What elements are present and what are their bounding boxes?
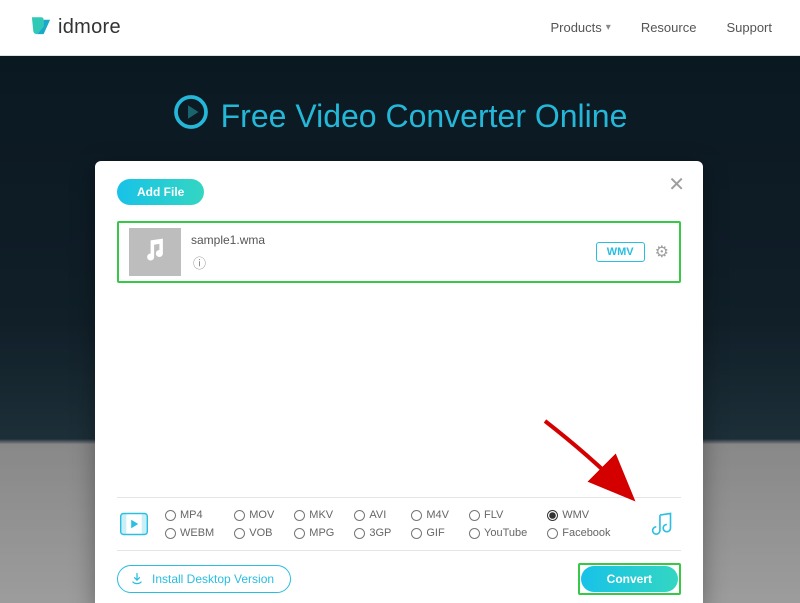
format-option-mp4[interactable]: MP4 <box>165 509 214 521</box>
format-radio[interactable] <box>294 528 305 539</box>
top-nav: Products ▾ Resource Support <box>550 20 772 35</box>
format-radio[interactable] <box>411 528 422 539</box>
format-radio[interactable] <box>469 528 480 539</box>
format-radio[interactable] <box>354 528 365 539</box>
install-desktop-button[interactable]: Install Desktop Version <box>117 565 291 593</box>
format-option-avi[interactable]: AVI <box>354 509 391 521</box>
nav-support[interactable]: Support <box>726 20 772 35</box>
format-radio[interactable] <box>469 510 480 521</box>
format-radio[interactable] <box>411 510 422 521</box>
format-radio[interactable] <box>165 510 176 521</box>
format-option-wmv[interactable]: WMV <box>547 509 610 521</box>
format-radio[interactable] <box>547 528 558 539</box>
format-option-webm[interactable]: WEBM <box>165 527 214 539</box>
file-name: sample1.wma <box>191 233 265 247</box>
hero-backdrop: Free Video Converter Online ✕ Add File s… <box>0 56 800 603</box>
file-row: sample1.wma ⓘ WMV ⚙ <box>117 221 681 283</box>
video-format-icon[interactable] <box>117 508 151 540</box>
convert-highlight: Convert <box>578 563 681 595</box>
gear-icon[interactable]: ⚙ <box>655 242 669 262</box>
app-header: idmore Products ▾ Resource Support <box>0 0 800 56</box>
format-radio[interactable] <box>165 528 176 539</box>
logo-mark-icon <box>28 12 54 43</box>
file-meta: sample1.wma ⓘ <box>191 233 265 272</box>
nav-resource[interactable]: Resource <box>641 20 697 35</box>
chevron-down-icon: ▾ <box>606 22 611 33</box>
download-icon <box>130 571 144 588</box>
format-option-facebook[interactable]: Facebook <box>547 527 610 539</box>
music-note-icon <box>141 236 169 269</box>
format-radio[interactable] <box>294 510 305 521</box>
format-radio[interactable] <box>234 510 245 521</box>
brand-logo[interactable]: idmore <box>28 12 121 43</box>
info-icon[interactable]: ⓘ <box>193 253 265 272</box>
format-option-youtube[interactable]: YouTube <box>469 527 527 539</box>
format-option-gif[interactable]: GIF <box>411 527 449 539</box>
format-radio[interactable] <box>547 510 558 521</box>
format-radio[interactable] <box>234 528 245 539</box>
add-file-button[interactable]: Add File <box>117 179 204 205</box>
format-radio-group: MP4 MOV MKV AVI M4V FLV WMV WEBM VOB MPG 3GP GIF You… <box>165 509 611 539</box>
file-format-badge[interactable]: WMV <box>596 242 645 262</box>
brand-name: idmore <box>58 16 121 39</box>
convert-button[interactable]: Convert <box>581 566 678 592</box>
nav-products[interactable]: Products ▾ <box>550 20 610 35</box>
modal-footer: Install Desktop Version Convert <box>117 563 681 595</box>
format-option-3gp[interactable]: 3GP <box>354 527 391 539</box>
format-option-mov[interactable]: MOV <box>234 509 274 521</box>
format-option-vob[interactable]: VOB <box>234 527 274 539</box>
close-icon[interactable]: ✕ <box>668 175 685 195</box>
formats-block: MP4 MOV MKV AVI M4V FLV WMV WEBM VOB MPG 3GP GIF You… <box>117 497 681 551</box>
format-option-m4v[interactable]: M4V <box>411 509 449 521</box>
format-option-mkv[interactable]: MKV <box>294 509 334 521</box>
hero-title: Free Video Converter Online <box>0 94 800 138</box>
file-thumbnail <box>129 228 181 276</box>
annotation-arrow <box>535 411 645 511</box>
converter-modal: ✕ Add File sample1.wma ⓘ WMV ⚙ MP4 MOV MKV… <box>95 161 703 603</box>
format-option-mpg[interactable]: MPG <box>294 527 334 539</box>
audio-format-icon[interactable] <box>647 508 681 540</box>
format-option-flv[interactable]: FLV <box>469 509 527 521</box>
format-radio[interactable] <box>354 510 365 521</box>
play-circle-icon <box>173 94 209 138</box>
